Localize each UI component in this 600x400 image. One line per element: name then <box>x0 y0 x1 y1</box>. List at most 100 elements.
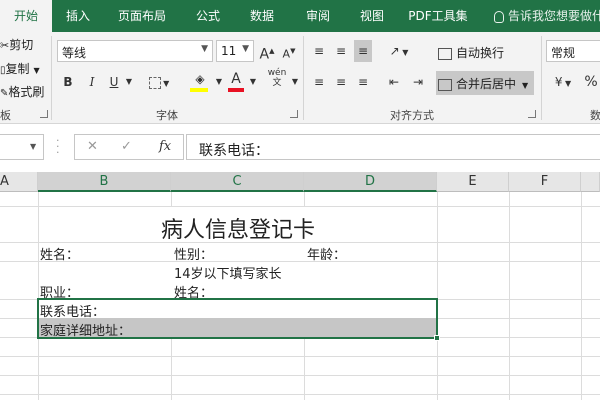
cut-button[interactable]: ✂剪切 <box>0 36 33 53</box>
font-color-bar <box>228 88 244 92</box>
sheet-title: 病人信息登记卡 <box>160 218 315 243</box>
group-divider <box>51 36 52 120</box>
alignment-launcher-icon[interactable] <box>528 110 536 118</box>
chevron-down-icon: ▼ <box>522 81 529 90</box>
wrap-text-button[interactable]: 自动换行 <box>438 44 504 61</box>
formula-input[interactable]: 联系电话： <box>186 134 600 160</box>
font-name-combo[interactable]: 等线 ▼ <box>57 40 213 62</box>
currency-button[interactable]: ¥ ▼ <box>550 71 576 93</box>
column-header-e[interactable]: E <box>437 172 509 192</box>
grid-line <box>509 192 510 400</box>
align-left-icon[interactable]: ≡ <box>310 71 328 93</box>
font-launcher-icon[interactable] <box>290 110 298 118</box>
grow-font-icon: A <box>259 46 270 63</box>
scissors-icon: ✂ <box>0 39 10 52</box>
column-header-c[interactable]: C <box>171 172 304 192</box>
selection-border <box>37 298 438 339</box>
tab-pdf-tools[interactable]: PDF工具集 <box>400 0 476 32</box>
group-divider <box>303 36 304 120</box>
cancel-icon[interactable]: ✕ <box>87 139 98 154</box>
insert-function-button[interactable]: fx <box>159 139 171 154</box>
align-right-icon[interactable]: ≡ <box>354 71 372 93</box>
chevron-down-icon: ▼ <box>33 66 40 75</box>
increase-indent-icon[interactable]: ⇥ <box>408 71 428 93</box>
formula-content: 联系电话： <box>199 143 269 159</box>
number-format-combo[interactable]: 常规 <box>546 40 600 62</box>
tab-page-layout[interactable]: 页面布局 <box>110 0 174 32</box>
tab-insert[interactable]: 插入 <box>56 0 100 32</box>
fill-handle[interactable] <box>434 335 440 341</box>
font-group-label: 字体 <box>156 109 178 122</box>
font-size-value: 11 <box>221 44 237 58</box>
chevron-down-icon: ▼ <box>242 44 249 54</box>
tab-formulas[interactable]: 公式 <box>186 0 230 32</box>
chevron-down-icon[interactable]: ▼ <box>124 71 134 93</box>
column-header-b[interactable]: B <box>38 172 171 192</box>
font-size-combo[interactable]: 11 ▼ <box>216 40 254 62</box>
phonetic-wen-icon: wén 文 <box>267 68 287 88</box>
format-painter-button[interactable]: ✎格式刷 <box>0 83 44 100</box>
formula-bar-grip-icon: · · · <box>56 134 60 159</box>
merge-center-label: 合并后居中 <box>456 77 517 91</box>
formula-buttons: ✕ ✓ fx <box>74 134 184 160</box>
lightbulb-icon <box>494 10 504 23</box>
ribbon: ✂剪切 ▯复制 ▼ ✎格式刷 板 等线 ▼ 11 ▼ A▲ A▼ B I U ▼ … <box>0 32 600 124</box>
shrink-font-icon: A <box>282 47 291 61</box>
paint-bucket-icon: ◈ <box>195 72 205 86</box>
chevron-down-icon: ▼ <box>201 44 208 54</box>
number-group-label: 数 <box>590 109 600 122</box>
grid-line <box>0 394 600 395</box>
column-header-f[interactable]: F <box>509 172 581 192</box>
copy-button[interactable]: ▯复制 ▼ <box>0 60 40 77</box>
shrink-font-button[interactable]: A▼ <box>280 40 298 62</box>
grid-line <box>0 375 600 376</box>
grid-line <box>0 356 600 357</box>
format-painter-label: 格式刷 <box>8 85 45 99</box>
row-cover <box>39 243 437 261</box>
ribbon-tab-bar: 开始 插入 页面布局 公式 数据 审阅 视图 PDF工具集 告诉我您想要做什么 <box>0 0 600 32</box>
tell-me-search[interactable]: 告诉我您想要做什么 <box>494 0 600 32</box>
tab-data[interactable]: 数据 <box>240 0 284 32</box>
chevron-down-icon[interactable]: ▼ <box>214 71 224 93</box>
clipboard-group-label: 板 <box>0 109 11 122</box>
align-top-icon[interactable]: ≡ <box>310 40 328 62</box>
decrease-indent-icon[interactable]: ⇤ <box>384 71 404 93</box>
orientation-icon[interactable]: ↗ ▼ <box>386 40 412 62</box>
name-box[interactable]: ▼ <box>0 134 44 160</box>
borders-button[interactable]: ▼ <box>148 71 170 93</box>
tab-review[interactable]: 审阅 <box>296 0 340 32</box>
clipboard-launcher-icon[interactable] <box>40 110 48 118</box>
align-bottom-icon[interactable]: ≡ <box>354 40 372 62</box>
column-header-a[interactable]: A <box>0 172 38 192</box>
column-header-d[interactable]: D <box>304 172 437 192</box>
tab-home[interactable]: 开始 <box>0 0 52 32</box>
alignment-group-label: 对齐方式 <box>390 109 434 122</box>
percent-button[interactable]: % <box>582 71 600 93</box>
font-color-a-icon: A <box>231 71 241 87</box>
gender-label-cell[interactable]: 性别： <box>174 244 213 263</box>
chevron-down-icon: ▼ <box>30 142 37 151</box>
fill-color-bar <box>190 88 208 92</box>
column-header-g[interactable] <box>581 172 600 192</box>
worksheet[interactable]: A B C D E F 病人信息登记卡 姓名： 性别： 年龄： 14岁以下填写家… <box>0 172 600 400</box>
chevron-down-icon[interactable]: ▼ <box>248 71 258 93</box>
font-name-value: 等线 <box>62 46 87 60</box>
align-middle-icon[interactable]: ≡ <box>332 40 350 62</box>
confirm-icon[interactable]: ✓ <box>121 139 132 154</box>
bold-button[interactable]: B <box>58 71 78 93</box>
align-center-icon[interactable]: ≡ <box>332 71 350 93</box>
tab-view[interactable]: 视图 <box>350 0 394 32</box>
wrap-text-label: 自动换行 <box>456 46 505 60</box>
phonetic-guide-button[interactable]: wén 文 <box>266 68 288 90</box>
merge-center-button[interactable]: 合并后居中 ▼ <box>436 71 535 95</box>
guardian-note-line1[interactable]: 14岁以下填写家长 <box>174 263 282 282</box>
italic-button[interactable]: I <box>82 71 102 93</box>
name-label-cell[interactable]: 姓名： <box>40 244 79 263</box>
grow-font-button[interactable]: A▲ <box>258 40 276 63</box>
age-label-cell[interactable]: 年龄： <box>307 244 346 263</box>
cut-label: 剪切 <box>9 38 34 52</box>
font-color-button[interactable]: A <box>226 68 246 92</box>
chevron-down-icon[interactable]: ▼ <box>290 71 300 93</box>
fill-color-button[interactable]: ◈ <box>188 68 212 92</box>
underline-button[interactable]: U <box>104 71 124 93</box>
